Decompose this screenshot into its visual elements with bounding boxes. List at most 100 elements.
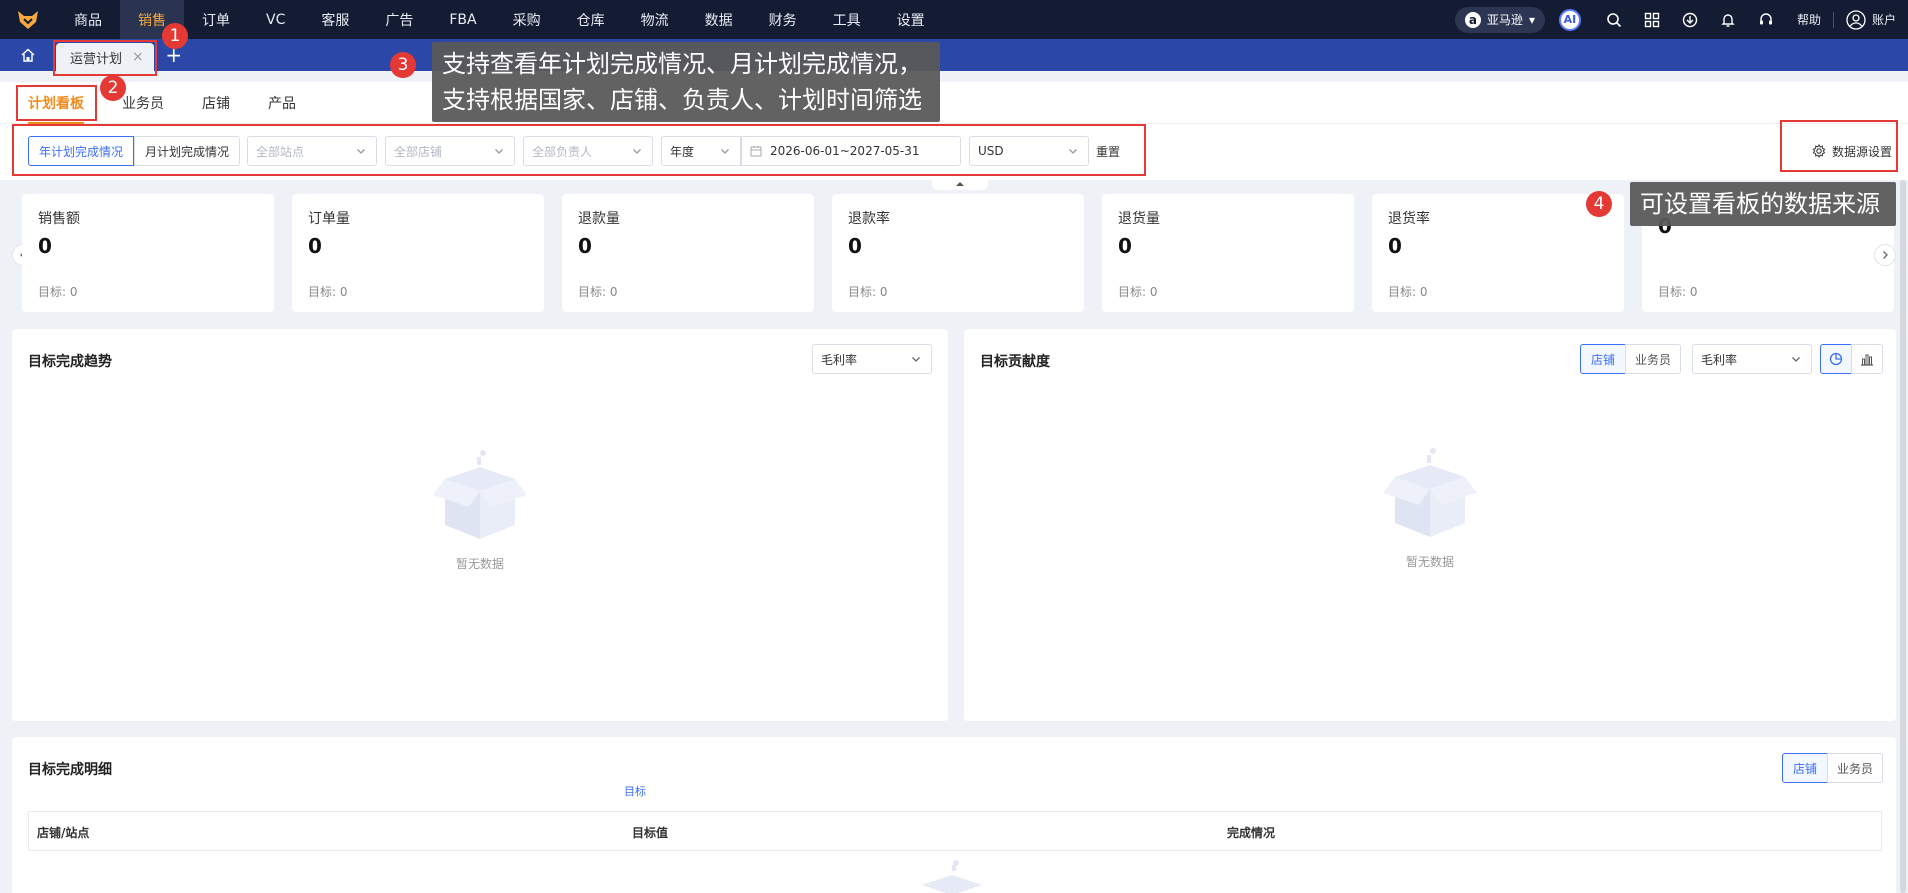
platform-label: 亚马逊 [1486, 13, 1523, 27]
chevron-down-icon [1792, 357, 1800, 362]
caret-up-icon [956, 182, 964, 186]
headset-icon[interactable] [1747, 0, 1785, 39]
search-icon[interactable] [1595, 0, 1633, 39]
kpi-label: 退货量 [1118, 211, 1160, 227]
panel-title: 目标完成明细 [28, 762, 112, 778]
apps-grid-icon[interactable] [1633, 0, 1671, 39]
chevron-right-icon [1883, 251, 1888, 259]
kpi-value: 0 [578, 234, 592, 258]
annotation-marker-1: 1 [162, 23, 188, 49]
nav-item[interactable]: 广告 [367, 0, 431, 39]
empty-box-icon [922, 860, 982, 893]
download-icon[interactable] [1671, 0, 1709, 39]
kpi-target: 目标: 0 [1658, 285, 1698, 299]
empty-text: 暂无数据 [1405, 555, 1454, 569]
detail-shop-toggle[interactable]: 店铺 [1782, 753, 1828, 783]
page-scrollbar[interactable] [1900, 180, 1906, 893]
bar-chart-icon [1861, 354, 1873, 366]
contrib-shop-toggle[interactable]: 店铺 [1580, 344, 1626, 374]
top-nav: 商品 销售 订单 VC 客服 广告 FBA 采购 仓库 物流 数据 财务 工具 设置 a 亚马逊 ▾ AI… [0, 0, 1908, 39]
annotation-marker-2: 2 [100, 75, 126, 101]
home-icon[interactable] [0, 39, 56, 71]
kpi-card: 退货率 0 目标: 0 [1372, 194, 1624, 312]
kpi-label: 销售额 [38, 211, 80, 227]
column-header-completion: 完成情况 [1227, 826, 1276, 840]
kpi-cards: 销售额 0 目标: 0 订单量 0 目标: 0 退款量 0 目标: 0 退款率 0 目标: 0 退货量 0… [22, 194, 1896, 312]
column-header-shop: 店铺/站点 [37, 826, 90, 840]
kpi-label: 退货率 [1388, 211, 1430, 227]
empty-state: 暂无数据 [420, 439, 540, 572]
collapse-filter-toggle[interactable] [932, 180, 988, 190]
bar-chart-toggle[interactable] [1851, 344, 1883, 374]
target-trend-panel: 目标完成趋势 毛利率 暂无数据 [12, 329, 948, 721]
nav-item[interactable]: 客服 [303, 0, 367, 39]
nav-item[interactable]: 订单 [184, 0, 248, 39]
nav-item[interactable]: 工具 [815, 0, 879, 39]
help-link[interactable]: 帮助 [1785, 11, 1833, 28]
column-group-label: 目标 [624, 785, 646, 798]
empty-box-icon [433, 450, 527, 539]
kpi-label: 订单量 [308, 211, 350, 227]
nav-item[interactable]: 商品 [56, 0, 120, 39]
table-header: 店铺/站点 目标值 完成情况 [28, 811, 1882, 851]
kpi-card: 订单量 0 目标: 0 [292, 194, 544, 312]
trend-metric-select[interactable]: 毛利率 [812, 344, 932, 374]
kpi-target: 目标: 0 [1118, 285, 1158, 299]
kpi-card: 退款率 0 目标: 0 [832, 194, 1084, 312]
view-tab[interactable]: 产品 [268, 82, 296, 124]
empty-box-icon [1383, 448, 1477, 537]
kpi-value: 0 [308, 234, 322, 258]
amazon-icon: a [1464, 11, 1481, 28]
annotation-tooltip-data-source: 可设置看板的数据来源 [1630, 182, 1896, 226]
user-avatar-icon [1846, 9, 1866, 30]
annotation-box-data-source [1780, 120, 1898, 172]
nav-item[interactable]: 财务 [751, 0, 815, 39]
chevron-down-icon [912, 357, 920, 362]
annotation-marker-3: 3 [390, 52, 416, 78]
account-menu[interactable]: 账户 [1834, 9, 1908, 30]
view-tabs: 计划看板 业务员 店铺 产品 [0, 82, 1908, 124]
kpi-card: 销售额 0 目标: 0 [22, 194, 274, 312]
annotation-box-board-tab [16, 85, 97, 121]
kpi-label: 退款量 [578, 211, 620, 227]
contrib-metric-select[interactable]: 毛利率 [1692, 344, 1812, 374]
kpi-card: 退货量 0 目标: 0 [1102, 194, 1354, 312]
kpi-target: 目标: 0 [1388, 285, 1428, 299]
kpi-card: 退款量 0 目标: 0 [562, 194, 814, 312]
ai-icon[interactable]: AI [1558, 8, 1581, 31]
bell-icon[interactable] [1709, 0, 1747, 39]
view-tab[interactable]: 店铺 [202, 82, 230, 124]
pie-chart-toggle[interactable] [1820, 344, 1852, 374]
trend-metric-value: 毛利率 [821, 352, 858, 367]
contrib-metric-value: 毛利率 [1701, 352, 1738, 367]
kpi-next-button[interactable] [1874, 244, 1896, 266]
kpi-target: 目标: 0 [578, 285, 618, 299]
detail-staff-toggle[interactable]: 业务员 [1827, 753, 1883, 783]
nav-item[interactable]: 采购 [495, 0, 559, 39]
nav-item[interactable]: 设置 [879, 0, 943, 39]
contrib-staff-toggle[interactable]: 业务员 [1625, 344, 1681, 374]
kpi-value: 0 [1118, 234, 1132, 258]
kpi-target: 目标: 0 [308, 285, 348, 299]
column-header-target: 目标值 [632, 826, 669, 840]
pie-chart-icon [1829, 352, 1843, 366]
target-detail-panel: 目标完成明细 店铺 业务员 目标 店铺/站点 目标值 完成情况 [12, 737, 1896, 893]
kpi-target: 目标: 0 [38, 285, 78, 299]
page-tab-bar: 运营计划 × + [0, 39, 1908, 71]
nav-item[interactable]: VC [248, 0, 303, 39]
nav-item[interactable]: FBA [431, 0, 494, 39]
platform-switcher[interactable]: a 亚马逊 ▾ [1454, 6, 1545, 33]
view-tab[interactable]: 业务员 [122, 82, 164, 124]
tooltip-line-2: 支持根据国家、店铺、负责人、计划时间筛选 [442, 86, 922, 114]
panel-title: 目标完成趋势 [28, 354, 112, 370]
nav-item[interactable]: 物流 [623, 0, 687, 39]
kpi-target: 目标: 0 [848, 285, 888, 299]
tooltip-line-1: 支持查看年计划完成情况、月计划完成情况， [442, 50, 922, 78]
kpi-label: 退款率 [848, 211, 890, 227]
kpi-value: 0 [38, 234, 52, 258]
app-logo[interactable] [0, 0, 56, 39]
empty-text: 暂无数据 [455, 557, 504, 571]
nav-item[interactable]: 数据 [687, 0, 751, 39]
nav-item[interactable]: 仓库 [559, 0, 623, 39]
annotation-tooltip-filters: 支持查看年计划完成情况、月计划完成情况， 支持根据国家、店铺、负责人、计划时间筛… [432, 42, 940, 122]
